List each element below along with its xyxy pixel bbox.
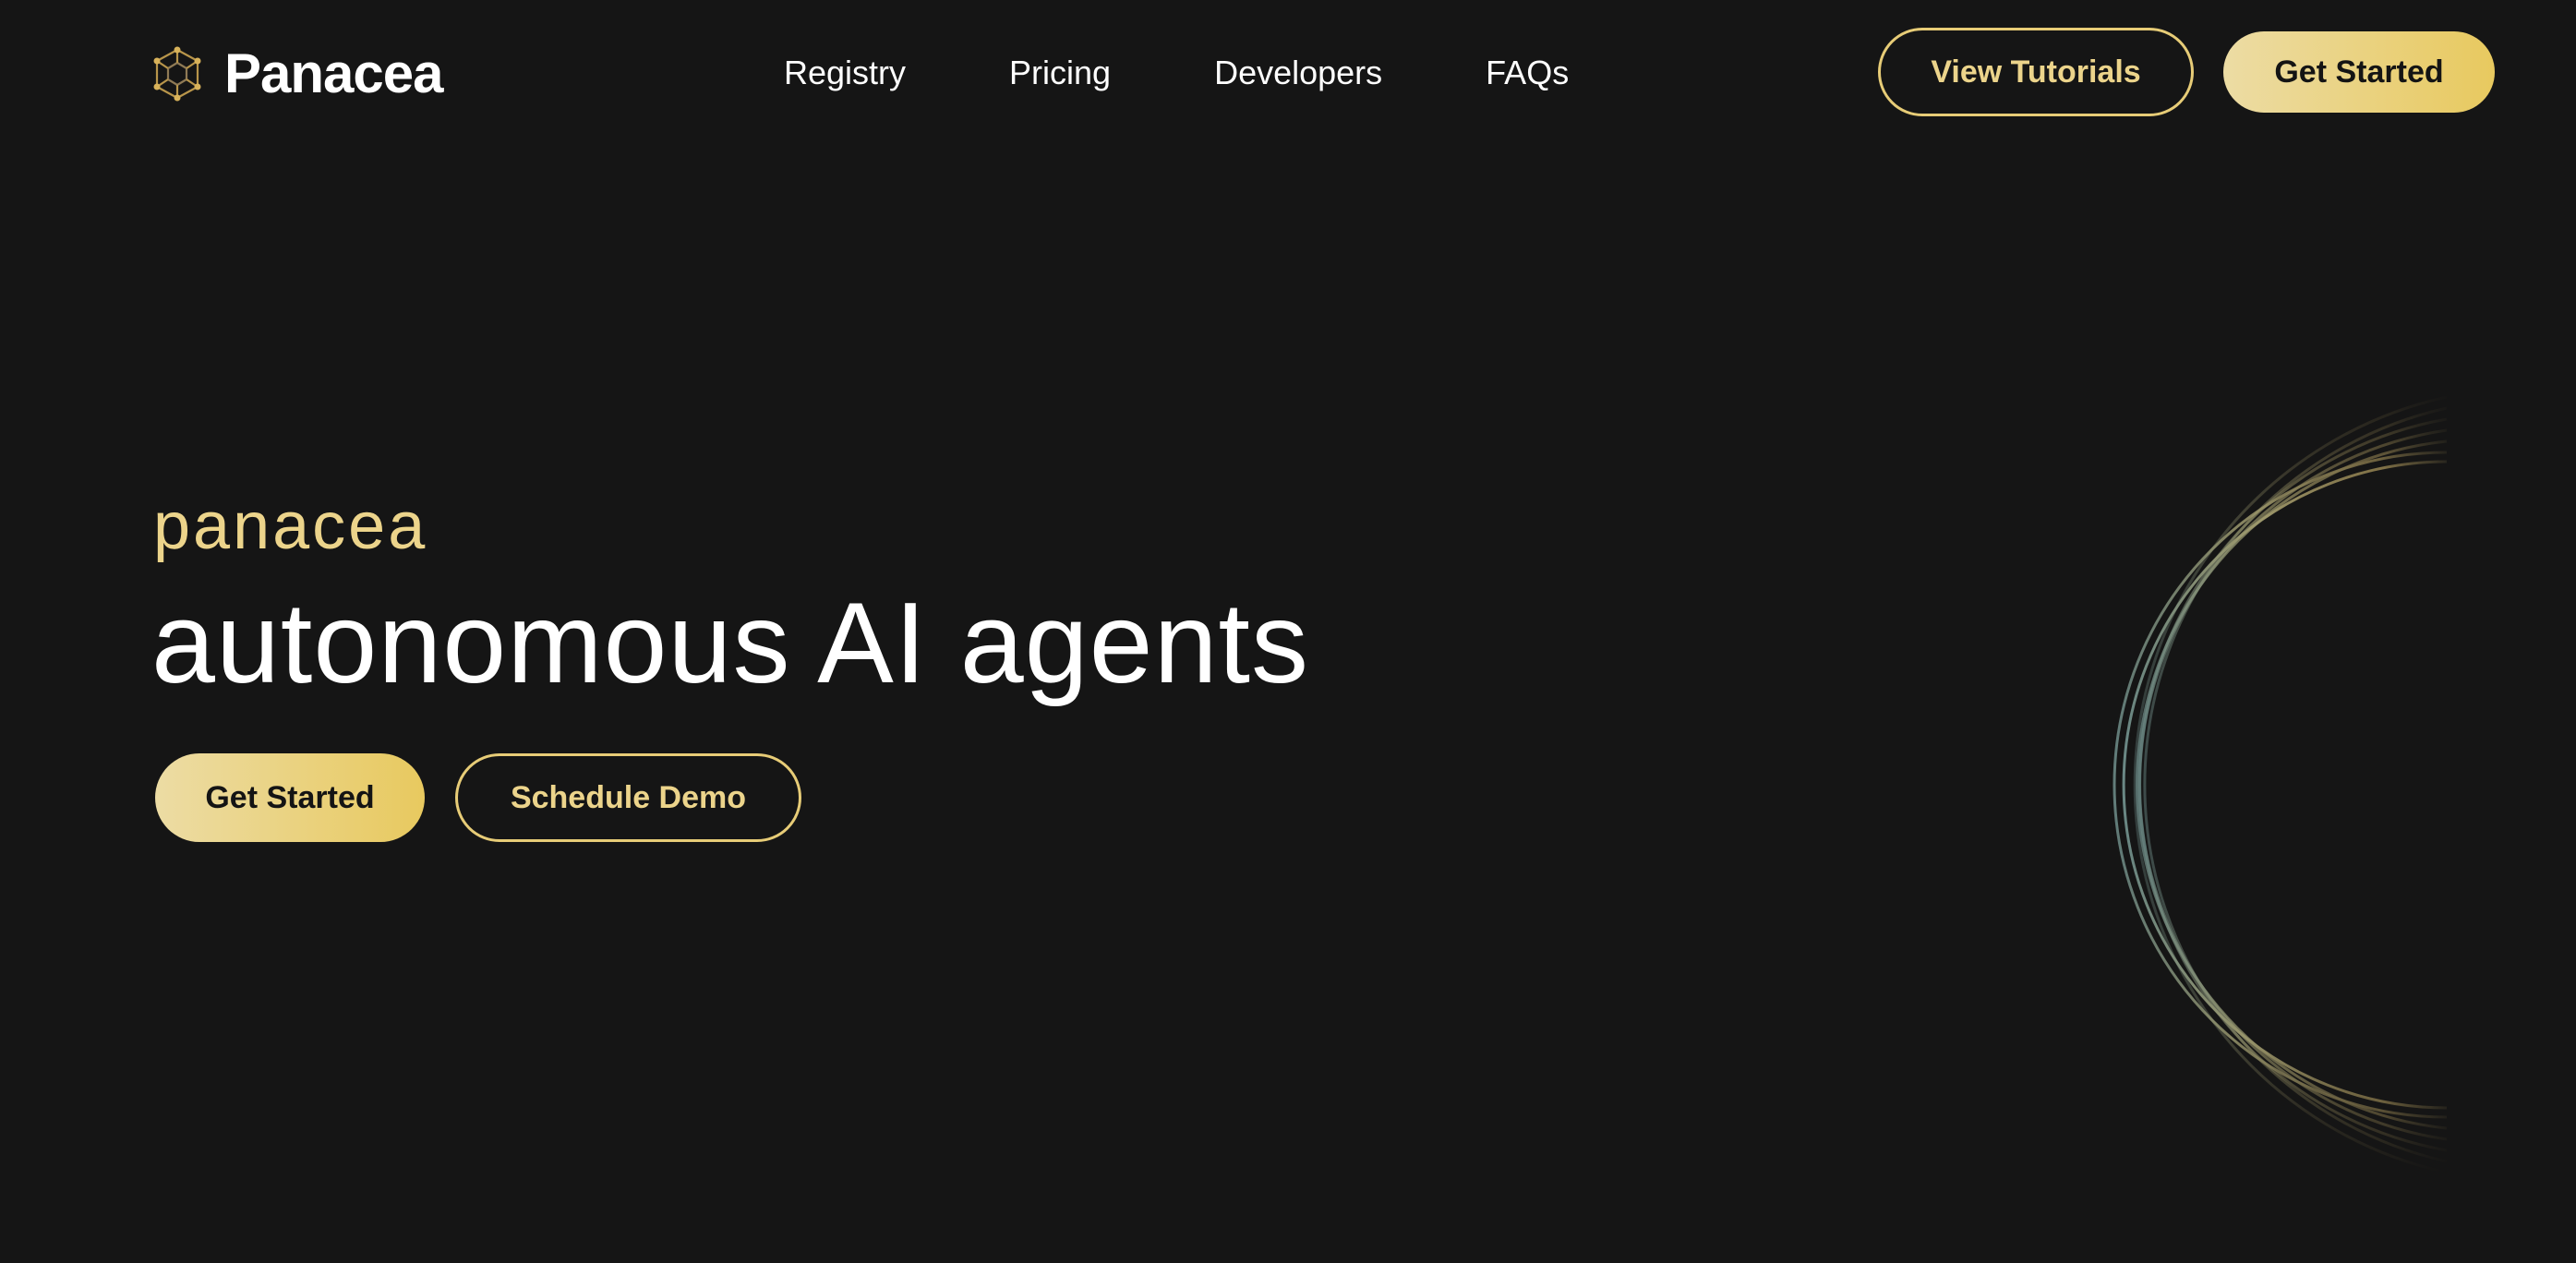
- nav-item-pricing[interactable]: Pricing: [1009, 48, 1111, 98]
- nav-item-developers[interactable]: Developers: [1214, 48, 1382, 98]
- schedule-demo-button[interactable]: Schedule Demo: [455, 753, 801, 842]
- hero-get-started-button[interactable]: Get Started: [155, 753, 425, 842]
- decorative-arcs-graphic: [2113, 395, 2448, 1174]
- landing-page: Panacea Registry Pricing Developers FAQs…: [0, 0, 2576, 1263]
- hero-eyebrow: panacea: [153, 489, 428, 563]
- hexagon-network-icon: [153, 46, 201, 102]
- brand-name: Panacea: [224, 42, 444, 104]
- main-nav: Registry Pricing Developers FAQs: [784, 48, 1569, 98]
- nav-item-faqs[interactable]: FAQs: [1486, 48, 1569, 98]
- site-header: Panacea Registry Pricing Developers FAQs…: [0, 0, 2576, 144]
- nav-item-registry[interactable]: Registry: [784, 48, 906, 98]
- brand-link[interactable]: Panacea: [152, 41, 444, 107]
- header-get-started-button[interactable]: Get Started: [2223, 31, 2495, 113]
- view-tutorials-button[interactable]: View Tutorials: [1878, 28, 2194, 116]
- hero-title: autonomous AI agents: [151, 580, 1310, 707]
